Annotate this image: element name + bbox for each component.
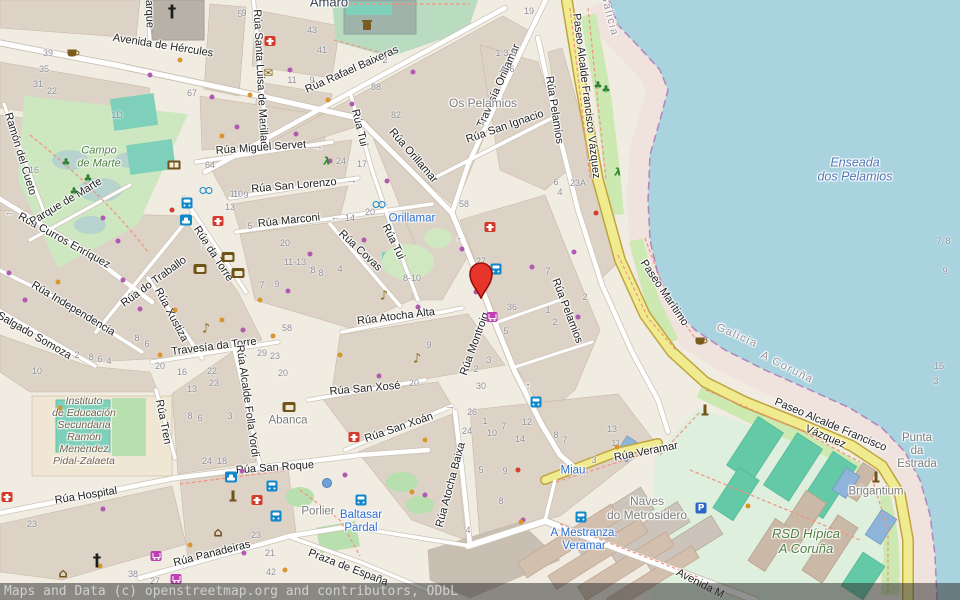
marker-pin-shape bbox=[470, 263, 492, 298]
attribution-bar: Maps and Data (c) openstreetmap.org and … bbox=[0, 583, 960, 600]
church-building bbox=[152, 0, 204, 40]
location-marker[interactable] bbox=[467, 261, 495, 299]
map-viewport[interactable]: Avenida de HérculesRúa Santa Luisa de Ma… bbox=[0, 0, 960, 600]
map-base-layer bbox=[0, 0, 960, 600]
